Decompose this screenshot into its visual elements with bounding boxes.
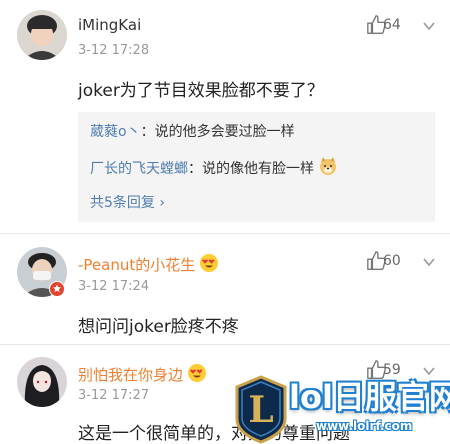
avatar[interactable] <box>17 357 67 407</box>
username[interactable]: -Peanut的小花生 <box>78 253 219 275</box>
chevron-down-icon[interactable] <box>421 254 437 270</box>
watermark-text: lol日服官网 <box>289 378 450 416</box>
reply-text: ：说的他多会要过脸一样 <box>140 124 295 140</box>
verified-badge-icon <box>49 281 65 297</box>
reply-text: ：说的像他有脸一样 <box>188 161 314 177</box>
comment-text: 想问问joker脸疼不疼 <box>78 317 239 337</box>
reply-item[interactable]: 葳蕤o丶：说的他多会要过脸一样 <box>90 121 295 141</box>
logo-letter: L <box>248 389 273 431</box>
league-logo-icon: L <box>235 375 287 444</box>
reply-item[interactable]: 厂长的飞天螳螂：说的像他有脸一样 <box>90 156 338 178</box>
avatar[interactable] <box>17 10 67 60</box>
reply-username[interactable]: 葳蕤o丶 <box>90 124 141 140</box>
like-count: 64 <box>383 17 401 33</box>
comment-1: iMingKai 3-12 17:28 64 joker为了节目效果脸都不要了？… <box>0 0 450 232</box>
timestamp: 3-12 17:27 <box>78 388 150 403</box>
doge-emoji-icon <box>320 157 336 175</box>
watermark-url: www.lolrf.com <box>316 419 413 433</box>
reply-box[interactable]: 葳蕤o丶：说的他多会要过脸一样 厂长的飞天螳螂：说的像他有脸一样 共5条回复 › <box>78 112 435 222</box>
heart-eyes-emoji-icon <box>188 364 207 382</box>
chevron-down-icon[interactable] <box>421 18 437 34</box>
timestamp: 3-12 17:24 <box>78 279 150 294</box>
site-watermark: L lol日服官网 www.lolrf.com <box>233 375 450 444</box>
comment-2: -Peanut的小花生 3-12 17:24 60 想问问joker脸疼不疼 <box>0 234 450 344</box>
view-more-replies-link[interactable]: 共5条回复 › <box>90 192 165 212</box>
username[interactable]: iMingKai <box>78 16 141 34</box>
like-count: 60 <box>383 253 401 269</box>
reply-username[interactable]: 厂长的飞天螳螂 <box>90 161 188 177</box>
timestamp: 3-12 17:28 <box>78 43 150 58</box>
comment-text: joker为了节目效果脸都不要了？ <box>78 81 324 101</box>
heart-eyes-emoji-icon <box>200 254 219 272</box>
username[interactable]: 别怕我在你身边 <box>78 363 207 385</box>
